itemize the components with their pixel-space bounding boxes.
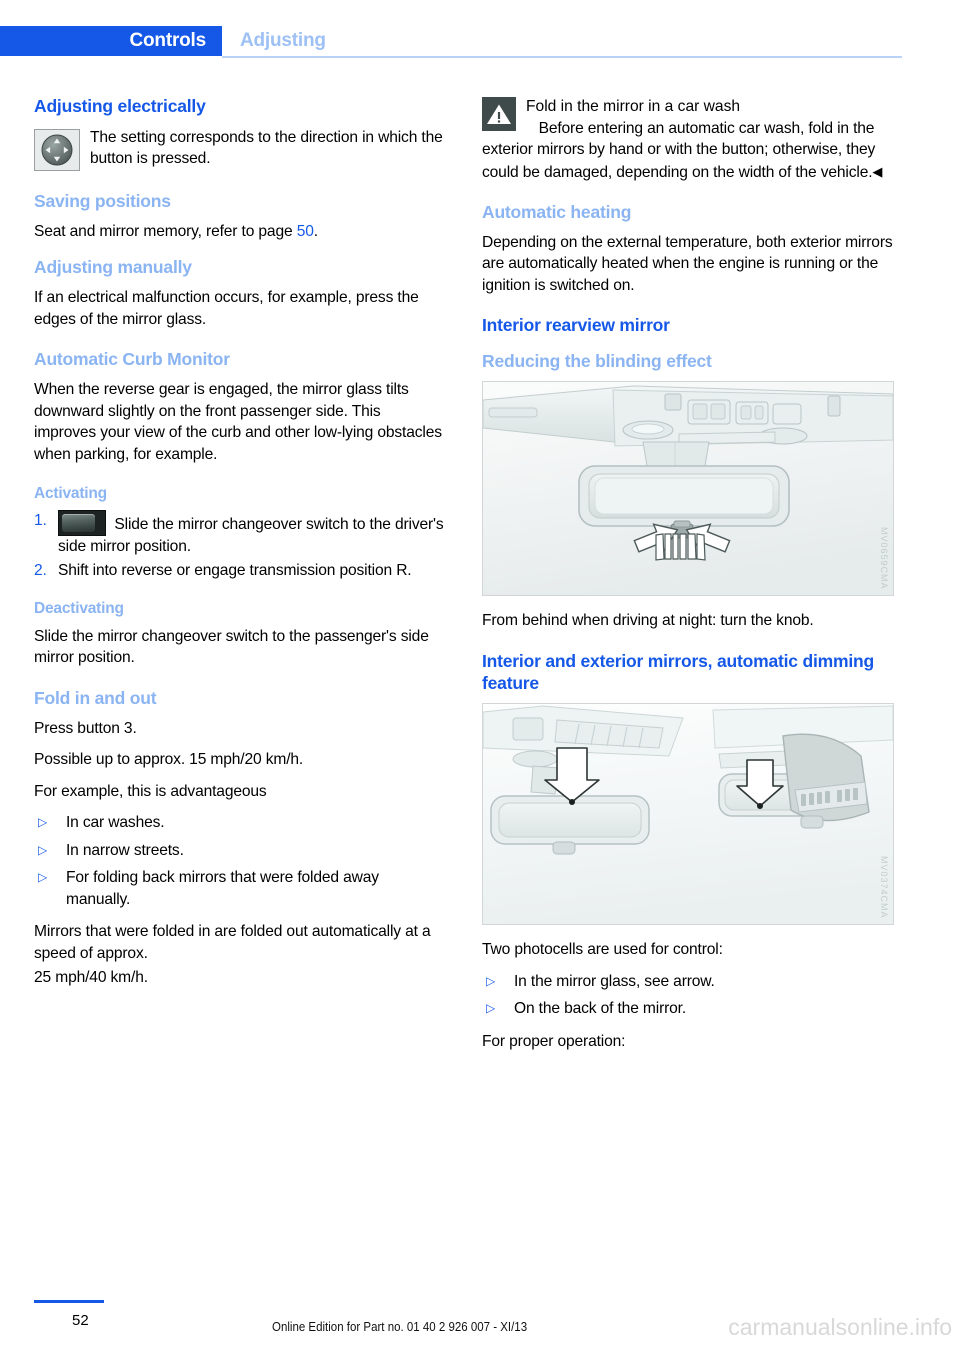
joystick-button-icon xyxy=(34,128,80,171)
warning-body-text: Before entering an automatic car wash, f… xyxy=(482,119,876,181)
heading-interior-rearview-mirror: Interior rearview mirror xyxy=(482,315,670,336)
adjusting-manually-paragraph: If an electrical malfunction occurs, for… xyxy=(34,289,419,328)
list-item-label: In narrow streets. xyxy=(66,841,184,859)
saving-positions-text-after: . xyxy=(313,222,318,240)
triangle-bullet-icon: ▷ xyxy=(486,1001,496,1016)
saving-positions-paragraph: Seat and mirror memory, refer to page 50… xyxy=(34,221,446,243)
note-end-marker: ◀ xyxy=(872,163,883,179)
step2-label: Shift into reverse or engage transmissio… xyxy=(58,561,412,579)
automatic-heating-paragraph: Depending on the external temperature, b… xyxy=(482,233,893,294)
figure-code: MV0374CMA xyxy=(879,855,889,919)
fold-auto-paragraph: Mirrors that were folded in are folded o… xyxy=(34,923,431,962)
activating-steps-list: 1. Slide the mirror changeover switch to… xyxy=(34,510,446,581)
page-header: Controls Adjusting xyxy=(0,0,960,70)
page-reference-link[interactable]: 50 xyxy=(297,223,314,240)
list-item: 2. Shift into reverse or engage transmis… xyxy=(34,560,446,582)
list-item: 1. Slide the mirror changeover switch to… xyxy=(34,510,446,558)
step1-label: Slide the mirror changeover switch to th… xyxy=(58,516,444,556)
warning-triangle-icon xyxy=(482,97,516,131)
header-divider xyxy=(222,56,902,58)
list-item: ▷ On the back of the mirror. xyxy=(482,998,894,1020)
heading-reducing-blinding-effect: Reducing the blinding effect xyxy=(482,351,712,372)
step-number: 2. xyxy=(34,561,47,579)
list-item-label: On the back of the mirror. xyxy=(514,1000,687,1018)
triangle-bullet-icon: ▷ xyxy=(38,842,48,857)
breadcrumb-section-label: Adjusting xyxy=(240,30,326,51)
list-item-label: For folding back mirrors that were folde… xyxy=(66,869,379,908)
list-item: ▷ In narrow streets. xyxy=(34,840,446,862)
fold-advantages-list: ▷ In car washes. ▷ In narrow streets. ▷ … xyxy=(34,812,446,910)
triangle-bullet-icon: ▷ xyxy=(38,815,48,830)
saving-positions-text-before: Seat and mirror memory, refer to page xyxy=(34,222,297,240)
page-number: 52 xyxy=(72,1312,89,1329)
page-footer: 52 Online Edition for Part no. 01 40 2 9… xyxy=(0,1290,960,1362)
triangle-bullet-icon: ▷ xyxy=(38,870,48,885)
heading-fold-in-and-out: Fold in and out xyxy=(34,687,157,708)
list-item: ▷ In car washes. xyxy=(34,812,446,834)
heading-adjusting-electrically: Adjusting electrically xyxy=(34,96,206,116)
fold-auto-speed-paragraph: 25 mph/40 km/h. xyxy=(34,969,148,987)
step-number: 1. xyxy=(34,512,47,530)
joystick-note-block: The setting corresponds to the direction… xyxy=(34,127,446,171)
fold-possible-speed-paragraph: Possible up to approx. 15 mph/20 km/h. xyxy=(34,751,304,769)
heading-interior-exterior-dimming: Interior and exterior mirrors, automatic… xyxy=(482,650,875,693)
fold-press-button-paragraph: Press button 3. xyxy=(34,719,137,737)
list-item-label: In car washes. xyxy=(66,814,165,832)
figure1-caption: From behind when driving at night: turn … xyxy=(482,612,814,630)
step-text: Slide the mirror changeover switch to th… xyxy=(58,510,446,558)
list-item-label: In the mirror glass, see arrow. xyxy=(514,972,715,990)
photocells-intro-paragraph: Two photocells are used for control: xyxy=(482,941,723,959)
photocell-list: ▷ In the mirror glass, see arrow. ▷ On t… xyxy=(482,971,894,1020)
left-column: Adjusting electrically The setting corre… xyxy=(34,96,446,999)
list-item: ▷ For folding back mirrors that were fol… xyxy=(34,867,446,910)
joystick-note-text: The setting corresponds to the direction… xyxy=(90,128,443,168)
right-column: Fold in the mirror in a car wash Before … xyxy=(482,96,894,1062)
warning-body: Before entering an automatic car wash, f… xyxy=(482,118,894,184)
breadcrumb-chapter-tab: Controls xyxy=(0,26,222,56)
edition-notice: Online Edition for Part no. 01 40 2 926 … xyxy=(272,1320,528,1334)
proper-operation-paragraph: For proper operation: xyxy=(482,1032,626,1050)
heading-saving-positions: Saving positions xyxy=(34,190,171,211)
fold-example-intro-paragraph: For example, this is advantageous xyxy=(34,782,267,800)
figure-code: MV0659CMA xyxy=(879,526,889,590)
heading-automatic-heating: Automatic heating xyxy=(482,202,632,222)
heading-activating: Activating xyxy=(34,485,107,502)
figure-interior-rearview-mirror: MV0659CMA xyxy=(482,381,894,597)
warning-title: Fold in the mirror in a car wash xyxy=(526,98,741,115)
heading-deactivating: Deactivating xyxy=(34,600,124,618)
heading-adjusting-manually: Adjusting manually xyxy=(34,257,192,278)
rocker-switch-icon xyxy=(58,510,106,537)
curb-monitor-paragraph: When the reverse gear is engaged, the mi… xyxy=(34,381,442,463)
site-watermark: carmanualsonline.info xyxy=(728,1314,952,1340)
footer-divider xyxy=(34,1300,104,1303)
warning-note: Fold in the mirror in a car wash Before … xyxy=(482,96,894,183)
figure-automatic-dimming-photocells: MV0374CMA xyxy=(482,703,894,926)
deactivating-paragraph: Slide the mirror changeover switch to th… xyxy=(34,627,429,667)
heading-automatic-curb-monitor: Automatic Curb Monitor xyxy=(34,349,230,370)
triangle-bullet-icon: ▷ xyxy=(486,973,496,988)
list-item: ▷ In the mirror glass, see arrow. xyxy=(482,971,894,993)
